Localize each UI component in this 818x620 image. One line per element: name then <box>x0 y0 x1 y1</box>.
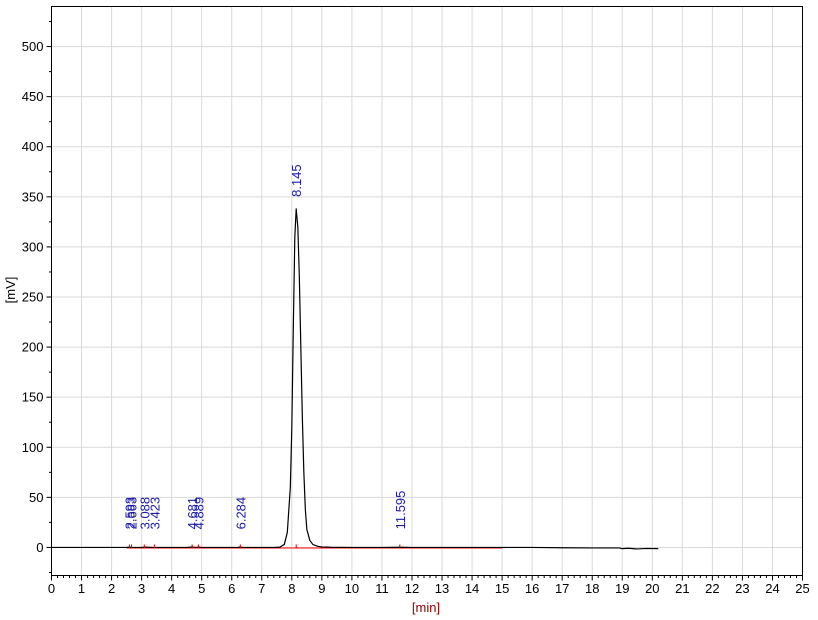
y-tick-label: 450 <box>22 89 44 104</box>
x-tick-label: 8 <box>288 581 295 596</box>
y-tick-label: 50 <box>29 490 43 505</box>
x-tick-label: 4 <box>168 581 175 596</box>
y-tick-label: 150 <box>22 390 44 405</box>
x-tick-label: 18 <box>585 581 599 596</box>
x-tick-label: 0 <box>48 581 55 596</box>
y-tick-label: 200 <box>22 340 44 355</box>
x-tick-label: 22 <box>705 581 719 596</box>
peak-label: 8.145 <box>289 164 304 197</box>
y-tick-label: 350 <box>22 189 44 204</box>
x-tick-label: 21 <box>675 581 689 596</box>
x-tick-label: 14 <box>465 581 479 596</box>
x-tick-label: 13 <box>435 581 449 596</box>
x-tick-label: 9 <box>318 581 325 596</box>
x-tick-label: 16 <box>525 581 539 596</box>
x-tick-label: 10 <box>345 581 359 596</box>
y-tick-label: 500 <box>22 39 44 54</box>
peak-label: 6.284 <box>233 497 248 530</box>
y-tick-label: 0 <box>36 540 43 555</box>
x-axis-title: [min] <box>412 600 440 615</box>
x-tick-label: 25 <box>795 581 809 596</box>
x-tick-label: 3 <box>138 581 145 596</box>
peak-label: 11.595 <box>393 491 408 530</box>
y-axis-title: [mV] <box>3 277 18 304</box>
x-tick-label: 7 <box>258 581 265 596</box>
x-tick-label: 23 <box>735 581 749 596</box>
y-tick-label: 100 <box>22 440 44 455</box>
x-tick-label: 19 <box>615 581 629 596</box>
peak-label: 3.423 <box>147 497 162 530</box>
y-tick-label: 250 <box>22 290 44 305</box>
x-tick-label: 15 <box>495 581 509 596</box>
x-tick-label: 11 <box>375 581 389 596</box>
x-tick-label: 6 <box>228 581 235 596</box>
y-tick-label: 400 <box>22 139 44 154</box>
y-tick-label: 300 <box>22 239 44 254</box>
chromatogram-chart: 0 1 2 3 4 5 6 7 8 9 10 11 12 13 14 15 16 17 18 19 20 21 22 23 24… <box>0 0 818 620</box>
x-tick-label: 20 <box>645 581 659 596</box>
x-tick-label: 1 <box>78 581 85 596</box>
x-tick-label: 5 <box>198 581 205 596</box>
x-tick-label: 2 <box>108 581 115 596</box>
x-tick-label: 12 <box>405 581 419 596</box>
x-tick-label: 24 <box>765 581 779 596</box>
peak-label: 4.889 <box>191 497 206 530</box>
x-tick-label: 17 <box>555 581 569 596</box>
